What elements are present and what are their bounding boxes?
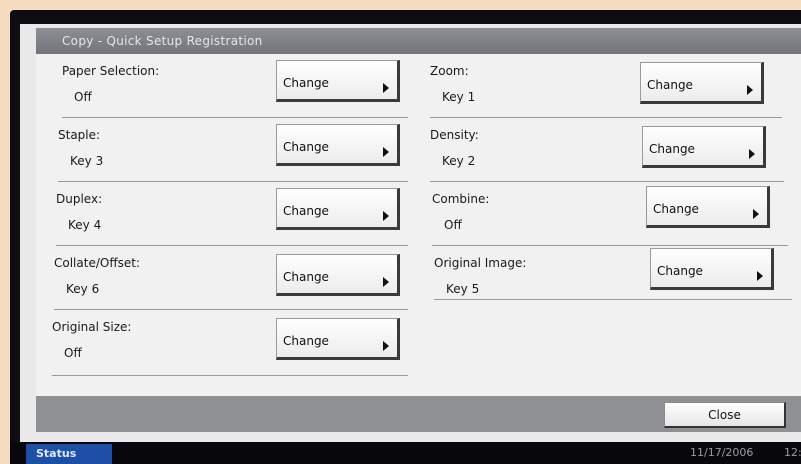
setting-row-original-size: Original Size: Off Change	[52, 310, 408, 376]
button-label: Change	[647, 78, 693, 92]
setting-value: Off	[74, 90, 92, 104]
setting-label: Duplex:	[56, 192, 103, 206]
change-original-size-button[interactable]: Change	[276, 318, 400, 360]
setting-row-density: Density: Key 2 Change	[430, 118, 784, 182]
setting-label: Density:	[430, 128, 479, 142]
setting-label: Zoom:	[430, 64, 469, 78]
row-divider	[434, 299, 792, 300]
setting-label: Original Image:	[434, 256, 527, 270]
setting-value: Key 1	[442, 90, 476, 104]
setting-value: Key 3	[70, 154, 104, 168]
setting-row-zoom: Zoom: Key 1 Change	[430, 54, 782, 118]
setting-row-combine: Combine: Off Change	[432, 182, 788, 246]
change-zoom-button[interactable]: Change	[640, 62, 764, 104]
button-label: Change	[283, 204, 329, 218]
change-duplex-button[interactable]: Change	[276, 188, 400, 230]
change-staple-button[interactable]: Change	[276, 124, 400, 166]
button-label: Change	[653, 202, 699, 216]
change-collate-offset-button[interactable]: Change	[276, 254, 400, 296]
settings-panel: Paper Selection: Off Change Staple: Key …	[36, 54, 801, 396]
setting-value: Off	[444, 218, 462, 232]
setting-label: Collate/Offset:	[54, 256, 140, 270]
footer-bar: Close	[36, 396, 801, 432]
arrow-right-icon	[749, 149, 755, 159]
row-divider	[52, 375, 408, 376]
setting-value: Key 6	[66, 282, 100, 296]
setting-row-original-image: Original Image: Key 5 Change	[434, 246, 792, 326]
button-label: Change	[283, 334, 329, 348]
setting-value: Key 2	[442, 154, 476, 168]
arrow-right-icon	[383, 211, 389, 221]
arrow-right-icon	[757, 271, 763, 281]
arrow-right-icon	[753, 209, 759, 219]
button-label: Change	[649, 142, 695, 156]
window-title: Copy - Quick Setup Registration	[36, 28, 801, 54]
setting-label: Staple:	[58, 128, 101, 142]
setting-row-staple: Staple: Key 3 Change	[58, 118, 408, 182]
setting-label: Paper Selection:	[62, 64, 160, 78]
close-button[interactable]: Close	[664, 402, 786, 428]
status-button[interactable]: Status	[26, 444, 112, 464]
change-original-image-button[interactable]: Change	[650, 248, 774, 290]
button-label: Change	[283, 140, 329, 154]
change-combine-button[interactable]: Change	[646, 186, 770, 228]
setting-value: Off	[64, 346, 82, 360]
button-label: Change	[657, 264, 703, 278]
change-paper-selection-button[interactable]: Change	[276, 60, 400, 102]
button-label: Change	[283, 270, 329, 284]
arrow-right-icon	[383, 277, 389, 287]
button-label: Change	[283, 76, 329, 90]
setting-value: Key 5	[446, 282, 480, 296]
arrow-right-icon	[383, 147, 389, 157]
date-display: 11/17/2006	[690, 446, 754, 459]
arrow-right-icon	[747, 85, 753, 95]
change-density-button[interactable]: Change	[642, 126, 766, 168]
setting-row-duplex: Duplex: Key 4 Change	[56, 182, 408, 246]
status-bar: Status 11/17/2006 12:49	[10, 442, 801, 464]
setting-row-paper-selection: Paper Selection: Off Change	[62, 54, 408, 118]
setting-value: Key 4	[68, 218, 102, 232]
setting-label: Combine:	[432, 192, 490, 206]
touch-screen: Copy - Quick Setup Registration Paper Se…	[20, 24, 801, 464]
arrow-right-icon	[383, 83, 389, 93]
time-display: 12:49	[784, 446, 801, 459]
setting-label: Original Size:	[52, 320, 132, 334]
arrow-right-icon	[383, 341, 389, 351]
setting-row-collate-offset: Collate/Offset: Key 6 Change	[54, 246, 408, 310]
